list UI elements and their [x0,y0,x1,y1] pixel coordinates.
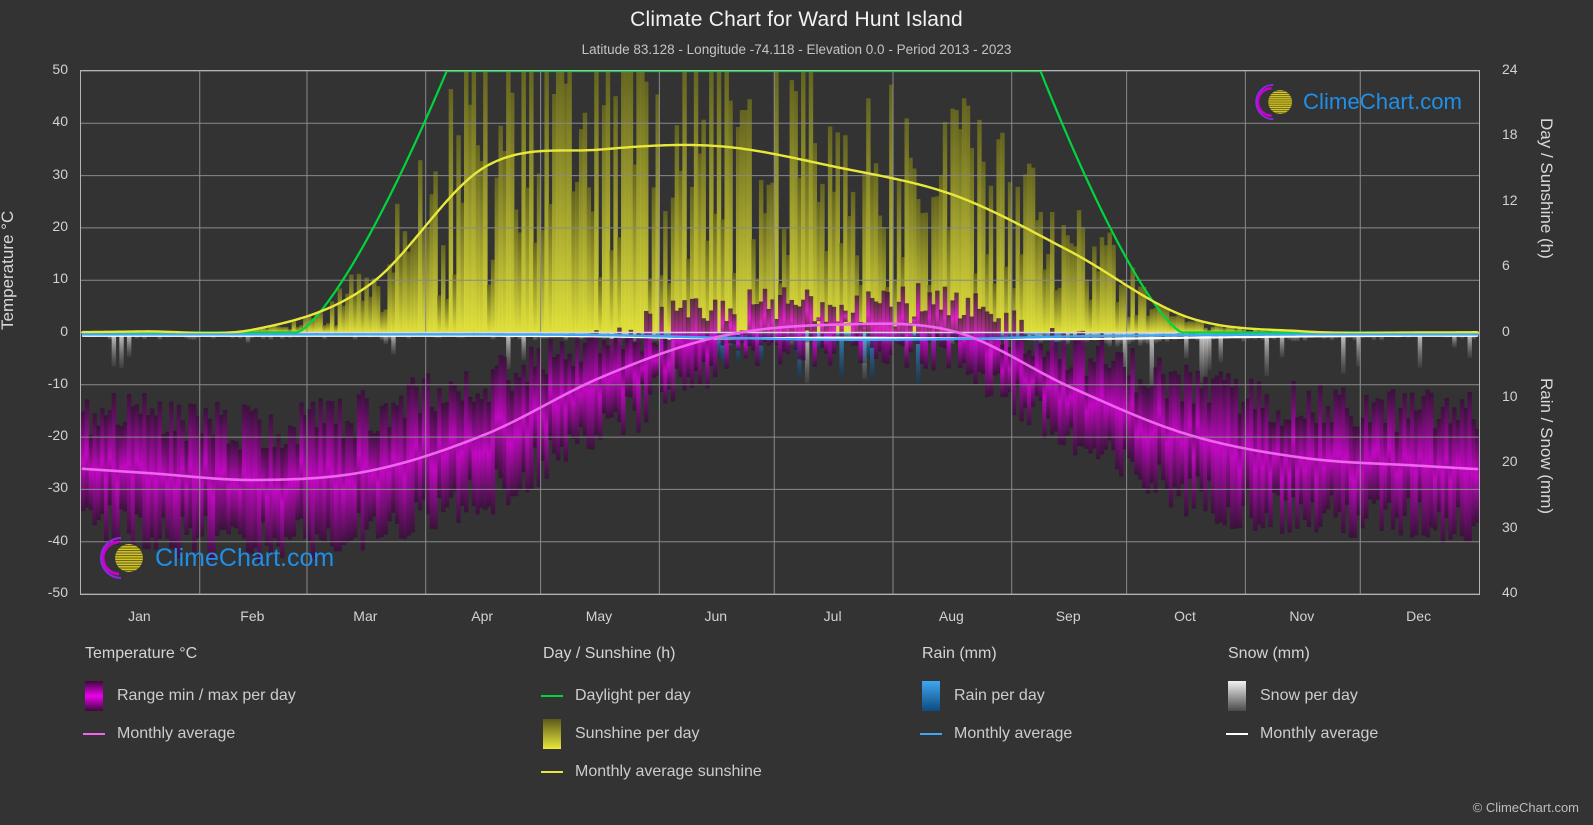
legend-item[interactable]: Monthly average [920,715,1073,753]
x-tick-mar: Mar [353,608,378,624]
legend-line-icon [920,733,942,735]
logo-wordmark: ClimeChart.com [155,543,333,573]
legend-heading: Rain (mm) [922,645,997,662]
legend-item-label: Snow per day [1260,687,1358,704]
legend-heading: Snow (mm) [1228,645,1310,662]
page-title: Climate Chart for Ward Hunt Island [630,8,963,31]
legend-heading: Temperature °C [85,645,198,662]
logo-sun-sphere [115,544,143,572]
x-tick-jul: Jul [823,608,842,624]
logo-top-right[interactable]: ClimeChart.com [1251,83,1461,121]
x-tick-may: May [585,608,613,624]
temperature-range-bars [81,283,1479,563]
legend-group-rain-mm: Rain (mm) Rain per day Monthly average [920,645,1073,753]
x-tick-jan: Jan [128,608,151,624]
legend-item-label: Monthly average [1260,725,1379,742]
chart-canvas [81,71,1479,594]
legend-line-sample [541,771,563,773]
logo-bottom-left[interactable]: ClimeChart.com [95,536,333,580]
legend-item-label: Sunshine per day [575,725,700,742]
climechart-logo-icon [100,537,143,579]
legend-item[interactable]: Rain per day [922,677,1072,715]
chart-legend: Temperature °C Range min / max per day Mon… [0,645,1593,805]
y-tick-left-0: 0 [60,322,68,339]
x-tick-aug: Aug [938,608,964,624]
y-tick-mm-30: 30 [1502,518,1518,535]
x-tick-sep: Sep [1055,608,1081,624]
climate-chart-plot[interactable]: ClimeChart.com ClimeChart.com [80,70,1480,595]
legend-item[interactable]: Monthly average sunshine [541,753,762,791]
y-tick-left--20: -20 [47,427,68,444]
legend-line-sample [83,733,105,735]
logo-sun-sphere [1268,90,1293,114]
legend-line-sample [920,733,942,735]
x-tick-oct: Oct [1174,608,1196,624]
svg-text:ClimeChart.com: ClimeChart.com [155,544,333,572]
y-tick-day-18: 18 [1502,126,1518,143]
climechart-logo-icon [1255,84,1293,120]
y-tick-mm-10: 10 [1502,387,1518,404]
legend-line-icon [1226,733,1248,735]
legend-item-label: Daylight per day [575,687,691,704]
y-tick-left-10: 10 [52,270,68,287]
x-tick-apr: Apr [471,608,494,624]
y-tick-day-12: 12 [1502,191,1518,208]
y-tick-left--40: -40 [47,531,68,548]
y-tick-mm-20: 20 [1502,453,1518,470]
y-tick-day-24: 24 [1502,61,1518,77]
y-tick-left-30: 30 [52,165,68,182]
legend-item-label: Rain per day [954,687,1045,704]
legend-item[interactable]: Monthly average [1226,715,1379,753]
legend-swatch-icon [1228,681,1246,711]
legend-item-label: Range min / max per day [117,687,296,704]
legend-swatch-icon [85,681,103,711]
legend-item[interactable]: Sunshine per day [543,715,762,753]
y-tick-left-50: 50 [52,61,68,77]
chart-subtitle: Latitude 83.128 - Longitude -74.118 - El… [581,42,1012,57]
sunshine-daily-bars [96,71,1315,333]
legend-group-day-sunshine-h: Day / Sunshine (h) Daylight per day Sunshi… [541,645,762,791]
y-tick-day-0: 0 [1502,322,1510,339]
x-tick-jun: Jun [704,608,728,624]
legend-group-snow-mm: Snow (mm) Snow per day Monthly average [1226,645,1379,753]
y-tick-left--50: -50 [47,584,68,600]
legend-item-label: Monthly average sunshine [575,763,762,780]
y-tick-left--30: -30 [47,479,68,496]
logo-wordmark: ClimeChart.com [1303,88,1461,116]
legend-item[interactable]: Daylight per day [541,677,762,715]
legend-swatch-icon [543,719,561,749]
y-tick-left-20: 20 [52,217,68,234]
legend-line-sample [541,695,563,697]
x-tick-feb: Feb [240,608,265,624]
copyright-text: © ClimeChart.com [1472,800,1579,815]
y-tick-left--10: -10 [47,374,68,391]
y-tick-left-40: 40 [52,113,68,130]
legend-item[interactable]: Range min / max per day [85,677,296,715]
legend-item-label: Monthly average [117,725,236,742]
x-tick-dec: Dec [1406,608,1432,624]
legend-group-temperature-c: Temperature °C Range min / max per day Mon… [83,645,296,753]
legend-item[interactable]: Snow per day [1228,677,1378,715]
y-tick-day-6: 6 [1502,257,1510,274]
legend-item[interactable]: Monthly average [83,715,296,753]
legend-line-icon [541,695,563,697]
x-tick-nov: Nov [1289,608,1315,624]
legend-item-label: Monthly average [954,725,1073,742]
legend-line-sample [1226,733,1248,735]
legend-line-icon [541,771,563,773]
y-tick-mm-40: 40 [1502,584,1518,600]
legend-swatch-icon [922,681,940,711]
y-axis-left-title: Temperature °C [0,210,17,330]
svg-text:ClimeChart.com: ClimeChart.com [1303,89,1461,114]
legend-line-icon [83,733,105,735]
legend-heading: Day / Sunshine (h) [543,645,676,662]
